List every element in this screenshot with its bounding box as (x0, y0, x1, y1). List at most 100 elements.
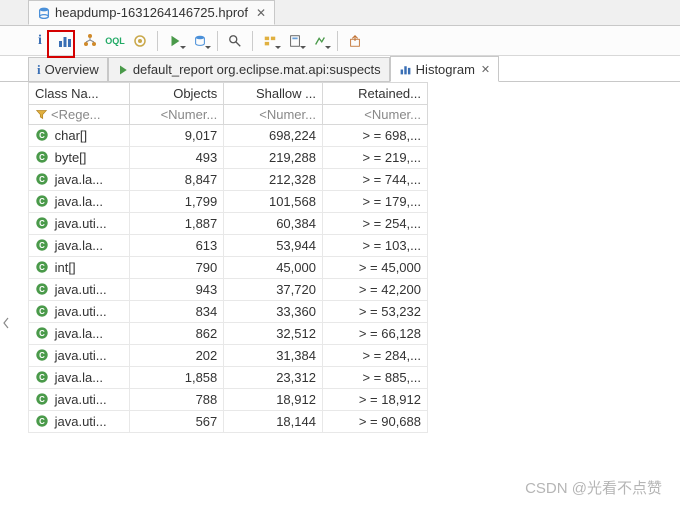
class-icon: C (35, 370, 49, 384)
svg-text:C: C (39, 285, 45, 294)
table-row[interactable]: C java.uti...1,88760,384> = 254,... (29, 213, 428, 235)
table-row[interactable]: C java.la...86232,512> = 66,128 (29, 323, 428, 345)
histogram-table-wrap: Class Na... Objects Shallow ... Retained… (0, 82, 680, 433)
editor-tabbar: heapdump-1631264146725.hprof ✕ (0, 0, 680, 26)
close-icon[interactable]: ✕ (256, 6, 266, 20)
filter-shallow[interactable]: <Numer... (224, 105, 323, 125)
cell-shallow: 32,512 (224, 323, 323, 345)
cell-class: C int[] (29, 257, 130, 279)
class-icon: C (35, 348, 49, 362)
svg-text:C: C (39, 351, 45, 360)
tab-default-report[interactable]: default_report org.eclipse.mat.api:suspe… (108, 57, 390, 81)
thread-button[interactable] (128, 29, 152, 53)
toolbar: i OQL (0, 26, 680, 56)
svg-text:C: C (39, 373, 45, 382)
table-row[interactable]: C java.uti...56718,144> = 90,688 (29, 411, 428, 433)
cell-class: C java.uti... (29, 345, 130, 367)
cell-class: C java.la... (29, 323, 130, 345)
calculate-button[interactable] (283, 29, 307, 53)
cell-objects: 9,017 (129, 125, 223, 147)
svg-text:C: C (39, 131, 45, 140)
table-row[interactable]: C char[]9,017698,224> = 698,... (29, 125, 428, 147)
cell-class: C java.uti... (29, 389, 130, 411)
class-icon: C (35, 260, 49, 274)
toolbar-separator (337, 31, 338, 51)
cell-retained: > = 45,000 (322, 257, 427, 279)
cell-retained: > = 219,... (322, 147, 427, 169)
table-row[interactable]: C java.la...61353,944> = 103,... (29, 235, 428, 257)
cell-shallow: 60,384 (224, 213, 323, 235)
cell-shallow: 219,288 (224, 147, 323, 169)
col-objects[interactable]: Objects (129, 83, 223, 105)
table-row[interactable]: C int[]79045,000> = 45,000 (29, 257, 428, 279)
filter-icon (35, 108, 49, 122)
cell-shallow: 101,568 (224, 191, 323, 213)
table-row[interactable]: C java.la...1,799101,568> = 179,... (29, 191, 428, 213)
cell-class: C java.la... (29, 367, 130, 389)
tab-overview[interactable]: i Overview (28, 57, 108, 81)
svg-text:C: C (39, 395, 45, 404)
group-button[interactable] (258, 29, 282, 53)
col-class[interactable]: Class Na... (29, 83, 130, 105)
table-row[interactable]: C java.uti...94337,720> = 42,200 (29, 279, 428, 301)
cell-objects: 1,858 (129, 367, 223, 389)
query-db-button[interactable] (188, 29, 212, 53)
cell-retained: > = 53,232 (322, 301, 427, 323)
cell-shallow: 212,328 (224, 169, 323, 191)
svg-text:C: C (39, 329, 45, 338)
close-icon[interactable]: ✕ (481, 63, 490, 76)
cell-class: C java.uti... (29, 279, 130, 301)
class-icon: C (35, 150, 49, 164)
cell-objects: 862 (129, 323, 223, 345)
tab-histogram[interactable]: Histogram ✕ (390, 56, 499, 82)
cell-class: C java.uti... (29, 213, 130, 235)
cell-class: C byte[] (29, 147, 130, 169)
editor-tab-title: heapdump-1631264146725.hprof (55, 5, 248, 20)
dominator-tree-button[interactable] (78, 29, 102, 53)
table-row[interactable]: C java.la...8,847212,328> = 744,... (29, 169, 428, 191)
cell-shallow: 18,912 (224, 389, 323, 411)
cell-objects: 567 (129, 411, 223, 433)
table-row[interactable]: C java.uti...78818,912> = 18,912 (29, 389, 428, 411)
filter-objects[interactable]: <Numer... (129, 105, 223, 125)
cell-class: C java.la... (29, 191, 130, 213)
col-retained[interactable]: Retained... (322, 83, 427, 105)
class-icon: C (35, 172, 49, 186)
run-report-button[interactable] (163, 29, 187, 53)
oql-button[interactable]: OQL (103, 29, 127, 53)
class-icon: C (35, 414, 49, 428)
cell-shallow: 18,144 (224, 411, 323, 433)
cell-retained: > = 42,200 (322, 279, 427, 301)
cell-retained: > = 744,... (322, 169, 427, 191)
filter-text: <Rege... (51, 107, 101, 122)
compare-button[interactable] (308, 29, 332, 53)
table-row[interactable]: C java.uti...20231,384> = 284,... (29, 345, 428, 367)
cell-retained: > = 698,... (322, 125, 427, 147)
svg-text:C: C (39, 263, 45, 272)
class-icon: C (35, 216, 49, 230)
gutter-handle[interactable] (2, 316, 10, 330)
cell-objects: 8,847 (129, 169, 223, 191)
histogram-button[interactable] (53, 29, 77, 53)
svg-text:C: C (39, 241, 45, 250)
cell-retained: > = 18,912 (322, 389, 427, 411)
filter-class[interactable]: <Rege... (29, 105, 130, 125)
col-shallow[interactable]: Shallow ... (224, 83, 323, 105)
svg-text:C: C (39, 307, 45, 316)
table-row[interactable]: C java.uti...83433,360> = 53,232 (29, 301, 428, 323)
table-row[interactable]: C byte[]493219,288> = 219,... (29, 147, 428, 169)
info-button[interactable]: i (28, 29, 52, 53)
table-row[interactable]: C java.la...1,85823,312> = 885,... (29, 367, 428, 389)
filter-retained[interactable]: <Numer... (322, 105, 427, 125)
search-button[interactable] (223, 29, 247, 53)
cell-shallow: 33,360 (224, 301, 323, 323)
editor-tab[interactable]: heapdump-1631264146725.hprof ✕ (28, 0, 275, 25)
class-icon: C (35, 238, 49, 252)
class-icon: C (35, 326, 49, 340)
cell-retained: > = 254,... (322, 213, 427, 235)
cell-class: C java.uti... (29, 301, 130, 323)
cell-objects: 613 (129, 235, 223, 257)
class-icon: C (35, 392, 49, 406)
export-button[interactable] (343, 29, 367, 53)
cell-shallow: 53,944 (224, 235, 323, 257)
